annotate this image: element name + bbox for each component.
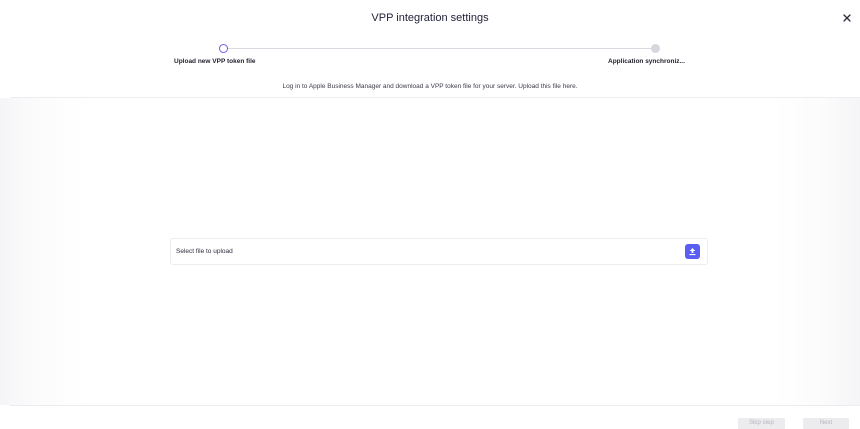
step-label-upload: Upload new VPP token file [174, 58, 256, 65]
dialog-title: VPP integration settings [371, 12, 489, 24]
upload-icon [689, 248, 696, 256]
skip-step-button[interactable]: Skip step [738, 418, 785, 429]
close-icon [843, 14, 851, 22]
stepper: Upload new VPP token file Application sy… [0, 40, 860, 70]
dialog-body: Select file to upload [0, 98, 860, 405]
step-indicator-active [219, 44, 228, 53]
file-upload-field[interactable]: Select file to upload [170, 238, 708, 265]
vpp-settings-dialog: VPP integration settings Upload new VPP … [0, 0, 860, 429]
divider [10, 405, 860, 406]
step-indicator-inactive [651, 44, 660, 53]
upload-placeholder: Select file to upload [176, 248, 233, 255]
close-button[interactable] [840, 11, 854, 25]
dialog-header: VPP integration settings [0, 0, 860, 38]
next-button[interactable]: Next [803, 418, 849, 429]
instruction-text: Log in to Apple Business Manager and dow… [282, 83, 578, 90]
stepper-track [228, 48, 654, 49]
step-label-sync: Application synchroniz... [608, 58, 685, 65]
upload-button[interactable] [685, 244, 700, 259]
